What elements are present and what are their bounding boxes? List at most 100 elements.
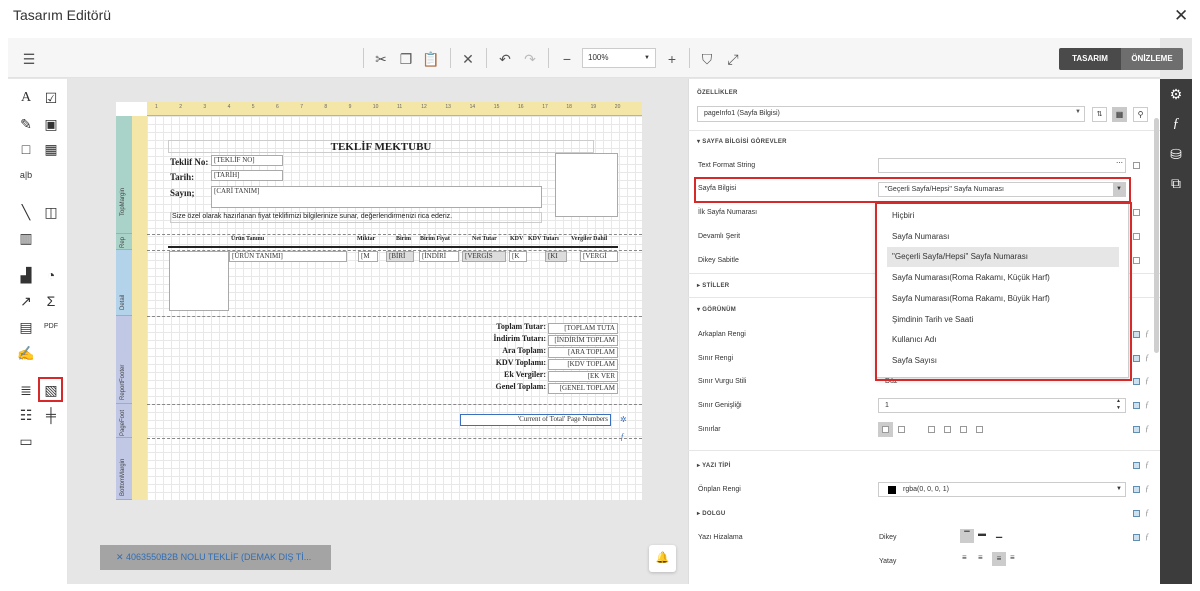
band-report-header[interactable]: Rep [116, 234, 132, 250]
property-marker[interactable] [1133, 257, 1140, 264]
expression-icon[interactable]: ƒ [1145, 484, 1149, 493]
col-urun[interactable]: Ürün Tanımı [231, 236, 264, 242]
col-birim-fiyat[interactable]: Birim Fiyat [420, 236, 450, 242]
barcode-tool-icon[interactable]: ▥ [17, 229, 35, 247]
menu-icon[interactable]: ☰ [20, 50, 38, 68]
label-teklif-no[interactable]: Teklif No: [170, 157, 208, 167]
sparkline-tool-icon[interactable]: ↗ [17, 292, 35, 310]
stepper-icon[interactable]: ▲ ▼ [1116, 398, 1121, 412]
detail-picture[interactable] [169, 251, 229, 311]
detail-net-tutar[interactable]: [VERGİS [462, 251, 506, 262]
checkbox-tool-icon[interactable]: ☑ [42, 89, 60, 107]
sort-icon[interactable]: ⇅ [1092, 107, 1107, 122]
detail-kdv[interactable]: [K [509, 251, 527, 262]
total-field[interactable]: [EK VER [548, 371, 618, 382]
total-label[interactable]: Toplam Tutar: [476, 322, 546, 331]
undo-icon[interactable]: ↶ [496, 50, 514, 68]
component-select[interactable]: pageInfo1 (Sayfa Bilgisi) [697, 106, 1085, 122]
character-comb-tool-icon[interactable]: a|b [17, 166, 35, 184]
border-none-icon[interactable] [898, 426, 905, 433]
band-bottom-margin[interactable]: BottomMargin [116, 438, 132, 500]
col-vergiler-dahil[interactable]: Vergiler Dahil [571, 236, 607, 242]
band-page-footer[interactable]: PageFoot [116, 404, 132, 438]
total-label[interactable]: Genel Toplam: [476, 382, 546, 391]
expression-icon[interactable]: ƒ [1145, 424, 1149, 433]
toc-tool-icon[interactable]: ≣ [17, 381, 35, 399]
summary-tool-icon[interactable]: Σ [42, 292, 60, 310]
line-tool-icon[interactable]: ╲ [17, 203, 35, 221]
logo-picture[interactable] [555, 153, 618, 217]
categories-icon[interactable]: ▦ [1112, 107, 1127, 122]
properties-scrollbar[interactable] [1154, 118, 1159, 353]
col-birim[interactable]: Birim [396, 236, 411, 242]
align-center-icon[interactable]: ≡ [978, 553, 983, 562]
property-marker[interactable] [1133, 355, 1140, 362]
field-cari-tanim[interactable]: [CARİ TANIM] [211, 186, 542, 208]
expression-icon[interactable]: ƒ [1168, 116, 1184, 132]
database-icon[interactable]: ⛁ [1168, 146, 1184, 163]
expression-icon[interactable]: ƒ [1145, 400, 1149, 409]
property-marker[interactable] [1133, 378, 1140, 385]
align-top-icon[interactable]: ▔ [960, 529, 974, 543]
property-marker[interactable] [1133, 462, 1140, 469]
section-styles[interactable]: ▸ STİLLER [697, 282, 729, 289]
expression-icon[interactable]: ƒ [1145, 376, 1149, 385]
detail-birim[interactable]: [BİRİ [386, 251, 414, 262]
search-icon[interactable]: ⚲ [1133, 107, 1148, 122]
ellipsis-icon[interactable]: ⋯ [1116, 159, 1123, 167]
section-appearance[interactable]: ▾ GÖRÜNÜM [697, 306, 736, 313]
gauge-tool-icon[interactable]: ◔ [42, 266, 60, 284]
total-label[interactable]: İndirim Tutarı: [476, 334, 546, 343]
detail-vergiler-dahil[interactable]: [VERGİ [580, 251, 618, 262]
total-label[interactable]: Ek Vergiler: [476, 370, 546, 379]
border-left-icon[interactable] [928, 426, 935, 433]
col-kdv-tutari[interactable]: KDV Tutarı [528, 236, 559, 242]
property-marker[interactable] [1133, 534, 1140, 541]
band-top-margin[interactable]: TopMargin [116, 116, 132, 234]
notification-toast[interactable]: ✕ 4063550B2B NOLU TEKLİF (DEMAK DIŞ Tİ..… [100, 545, 331, 570]
property-marker[interactable] [1133, 402, 1140, 409]
subreport-tool-icon[interactable]: ▤ [17, 318, 35, 336]
page-info-control[interactable]: 'Current of Total' Page Numbers [460, 414, 611, 426]
report-explorer-icon[interactable]: ⧉ [1168, 175, 1184, 192]
copy-icon[interactable]: ❐ [397, 50, 415, 68]
expression-icon[interactable]: ƒ [1145, 460, 1149, 469]
total-field[interactable]: [GENEL TOPLAM [548, 383, 618, 394]
align-right-icon[interactable]: ≡ [992, 552, 1006, 566]
gear-icon[interactable]: ⚙ [1168, 86, 1184, 103]
property-marker[interactable] [1133, 331, 1140, 338]
design-mode-button[interactable]: TASARIM [1059, 48, 1121, 70]
text-format-input[interactable] [878, 158, 1126, 173]
cross-band-box-tool-icon[interactable]: ▭ [17, 432, 35, 450]
border-top-icon[interactable] [944, 426, 951, 433]
section-padding[interactable]: ▸ DOLGU [697, 510, 725, 517]
expression-icon[interactable]: f [621, 432, 623, 441]
shape-tool-icon[interactable]: ◫ [42, 203, 60, 221]
detail-kdv-tutari[interactable]: [KI [545, 251, 567, 262]
pdf-tool-icon[interactable]: PDF [42, 318, 60, 336]
total-label[interactable]: KDV Toplamı: [476, 358, 546, 367]
zoom-in-icon[interactable]: + [663, 50, 681, 68]
section-tasks[interactable]: ▾ SAYFA BİLGİSİ GÖREVLER [697, 138, 787, 145]
picture-tool-icon[interactable]: ▣ [42, 115, 60, 133]
section-font[interactable]: ▸ YAZI TİPİ [697, 462, 731, 469]
field-teklif-no[interactable]: [TEKLİF NO] [211, 155, 283, 166]
cross-band-line-tool-icon[interactable]: ╪ [42, 406, 60, 424]
validate-icon[interactable]: ⛉ [698, 50, 716, 68]
col-net-tutar[interactable]: Net Tutar [472, 236, 497, 242]
col-kdv[interactable]: KDV [510, 236, 523, 242]
close-icon[interactable]: ✕ [1174, 6, 1188, 26]
expression-icon[interactable]: ƒ [1145, 508, 1149, 517]
gear-icon[interactable]: ✲ [620, 415, 627, 424]
cut-icon[interactable]: ✂ [372, 50, 390, 68]
property-marker[interactable] [1133, 510, 1140, 517]
total-field[interactable]: [İNDİRİM TOPLAM [548, 335, 618, 346]
expression-icon[interactable]: ƒ [1145, 353, 1149, 362]
table-tool-icon[interactable]: ▦ [42, 140, 60, 158]
align-left-icon[interactable]: ≡ [962, 553, 967, 562]
align-middle-icon[interactable]: ▬ [978, 529, 986, 538]
property-marker[interactable] [1133, 233, 1140, 240]
property-marker[interactable] [1133, 426, 1140, 433]
detail-birim-fiyat[interactable]: [İNDİRİ [419, 251, 459, 262]
field-tarih[interactable]: [TARİH] [211, 170, 283, 181]
